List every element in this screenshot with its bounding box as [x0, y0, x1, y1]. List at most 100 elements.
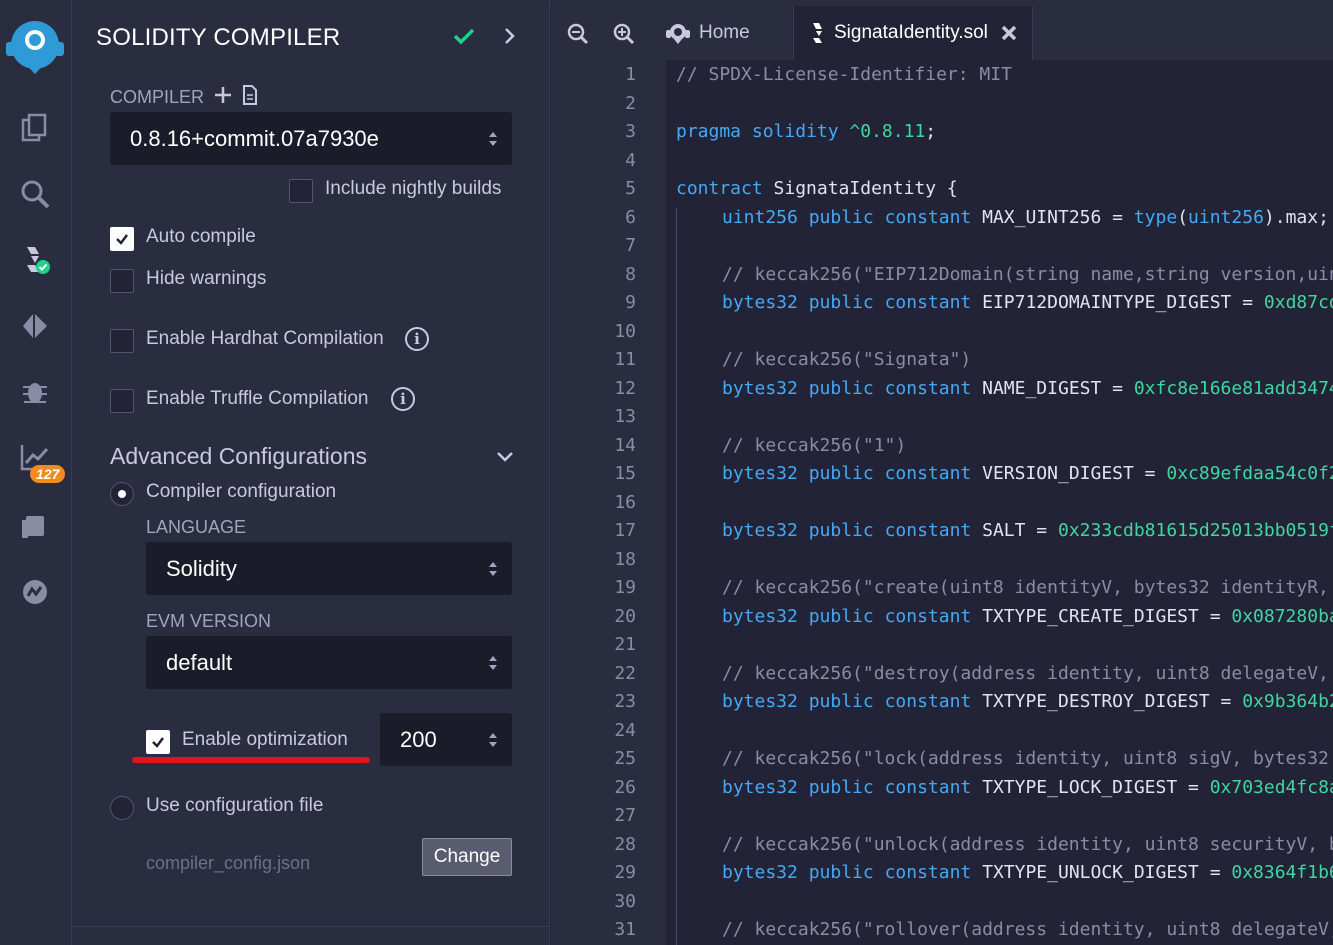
evm-version-label: EVM VERSION [146, 611, 272, 631]
solidity-compiler-icon[interactable] [14, 238, 56, 280]
advanced-configurations-toggle[interactable]: Advanced Configurations [110, 443, 367, 470]
zoom-in-icon[interactable] [613, 23, 635, 45]
code-line: // keccak256("rollover(address identity,… [722, 919, 1333, 940]
line-number: 13 [614, 406, 636, 427]
code-line: // keccak256("Signata") [722, 349, 972, 370]
code-line: bytes32 public constant TXTYPE_DESTROY_D… [722, 691, 1333, 712]
code-line: pragma solidity ^0.8.11; [676, 121, 937, 142]
hide-warnings-checkbox[interactable] [110, 269, 134, 293]
chevron-right-icon[interactable] [500, 24, 520, 48]
nightly-builds-checkbox[interactable] [289, 179, 313, 203]
evm-version-value: default [166, 649, 233, 675]
code-line: uint256 public constant MAX_UINT256 = ty… [722, 206, 1329, 228]
line-number: 19 [614, 577, 636, 598]
line-number: 28 [614, 833, 636, 855]
document-icon[interactable] [242, 85, 258, 105]
language-select[interactable]: Solidity [146, 542, 512, 595]
line-number: 4 [625, 149, 636, 171]
line-number: 26 [614, 776, 636, 798]
spinner-arrows-icon [489, 131, 497, 146]
line-number: 23 [614, 691, 636, 712]
code-line: bytes32 public constant TXTYPE_CREATE_DI… [722, 605, 1333, 627]
code-line: // keccak256("unlock(address identity, u… [722, 833, 1333, 855]
line-number: 9 [625, 292, 636, 313]
line-number: 24 [614, 719, 636, 741]
line-number: 3 [625, 121, 636, 142]
line-number: 10 [614, 320, 636, 342]
truffle-checkbox[interactable] [110, 389, 134, 413]
code-line: bytes32 public constant TXTYPE_UNLOCK_DI… [722, 862, 1333, 883]
line-number: 11 [614, 349, 636, 370]
config-file-path: compiler_config.json [146, 853, 311, 873]
file-explorer-icon[interactable] [14, 107, 56, 149]
line-number: 30 [614, 890, 636, 912]
line-number: 14 [614, 434, 636, 456]
remix-home-icon [666, 24, 690, 44]
code-line: // keccak256("EIP712Domain(string name,s… [722, 263, 1333, 285]
checkmark-icon [116, 234, 128, 245]
change-config-button[interactable]: Change [422, 838, 512, 876]
tab-signata-identity[interactable]: SignataIdentity.sol [793, 6, 1033, 60]
deploy-icon[interactable] [14, 305, 56, 347]
tab-file-label: SignataIdentity.sol [834, 22, 988, 43]
solidity-file-icon [813, 23, 822, 43]
line-number: 8 [625, 263, 636, 285]
line-number: 20 [614, 605, 636, 627]
chevron-down-icon[interactable] [496, 450, 514, 464]
panel-divider [72, 926, 550, 927]
language-value: Solidity [166, 555, 237, 581]
line-number: 12 [614, 377, 636, 399]
learneth-icon[interactable] [14, 571, 56, 613]
tab-home-label: Home [699, 22, 750, 43]
line-number: 22 [614, 662, 636, 684]
compiler-config-label: Compiler configuration [146, 481, 337, 502]
code-line: bytes32 public constant SALT = 0x233cdb8… [722, 520, 1333, 541]
code-editor[interactable]: // SPDX-License-Identifier: MIT pragma so… [666, 60, 1333, 945]
line-number: 31 [614, 919, 636, 940]
code-line: // keccak256("create(uint8 identityV, by… [722, 577, 1329, 598]
compile-success-icon [453, 28, 475, 45]
hardhat-info-icon[interactable]: i [405, 327, 429, 351]
evm-version-select[interactable]: default [146, 636, 512, 689]
language-label: LANGUAGE [146, 517, 247, 537]
code-line: // keccak256("lock(address identity, uin… [722, 748, 1329, 769]
debugger-icon[interactable] [14, 370, 56, 412]
enable-optimization-checkbox[interactable] [146, 730, 170, 754]
hardhat-checkbox[interactable] [110, 329, 134, 353]
use-config-file-label: Use configuration file [146, 795, 324, 816]
close-tab-icon[interactable] [1000, 24, 1018, 42]
line-number: 25 [614, 748, 636, 769]
zoom-out-icon[interactable] [567, 23, 589, 45]
search-icon[interactable] [14, 173, 56, 215]
truffle-label: Enable Truffle Compilation [146, 388, 369, 409]
hardhat-label: Enable Hardhat Compilation [146, 328, 384, 349]
icon-sidebar: 127 [0, 0, 72, 945]
truffle-info-icon[interactable]: i [391, 387, 415, 411]
code-line: // SPDX-License-Identifier: MIT [676, 64, 1012, 85]
compiler-label: COMPILER [110, 87, 205, 107]
add-compiler-icon[interactable] [214, 86, 232, 104]
compiler-version-select[interactable]: 0.8.16+commit.07a7930e [110, 112, 512, 165]
code-line: bytes32 public constant VERSION_DIGEST =… [722, 463, 1333, 484]
optimization-runs-input[interactable]: 200 [380, 713, 512, 766]
use-config-file-radio[interactable] [110, 796, 134, 820]
editor-tab-bar: Home SignataIdentity.sol [551, 6, 1333, 60]
code-line: bytes32 public constant EIP712DOMAINTYPE… [722, 292, 1333, 313]
code-line: contract SignataIdentity { [676, 178, 958, 199]
line-number: 15 [614, 463, 636, 484]
compiler-panel: SOLIDITY COMPILER COMPILER 0.8.16+commit… [72, 0, 550, 945]
line-number: 1 [625, 64, 636, 85]
optimization-runs-value: 200 [400, 726, 437, 752]
analytics-badge: 127 [30, 465, 66, 483]
auto-compile-checkbox[interactable] [110, 227, 134, 251]
code-line: bytes32 public constant TXTYPE_LOCK_DIGE… [722, 776, 1333, 798]
compiler-version-value: 0.8.16+commit.07a7930e [130, 125, 379, 151]
compiler-config-radio[interactable] [110, 482, 134, 506]
line-number: 7 [625, 235, 636, 256]
line-number-gutter: 1 2 3 4 5 6 7 8 9 10 11 12 13 14 15 16 17 18 19 20 21 22 23 24 2… [551, 60, 666, 945]
spinner-arrows-icon [489, 732, 497, 747]
auto-compile-label: Auto compile [146, 226, 256, 247]
tab-home[interactable]: Home [665, 6, 785, 60]
plugin-manager-icon[interactable] [14, 505, 56, 547]
remix-logo-icon[interactable] [2, 12, 68, 78]
